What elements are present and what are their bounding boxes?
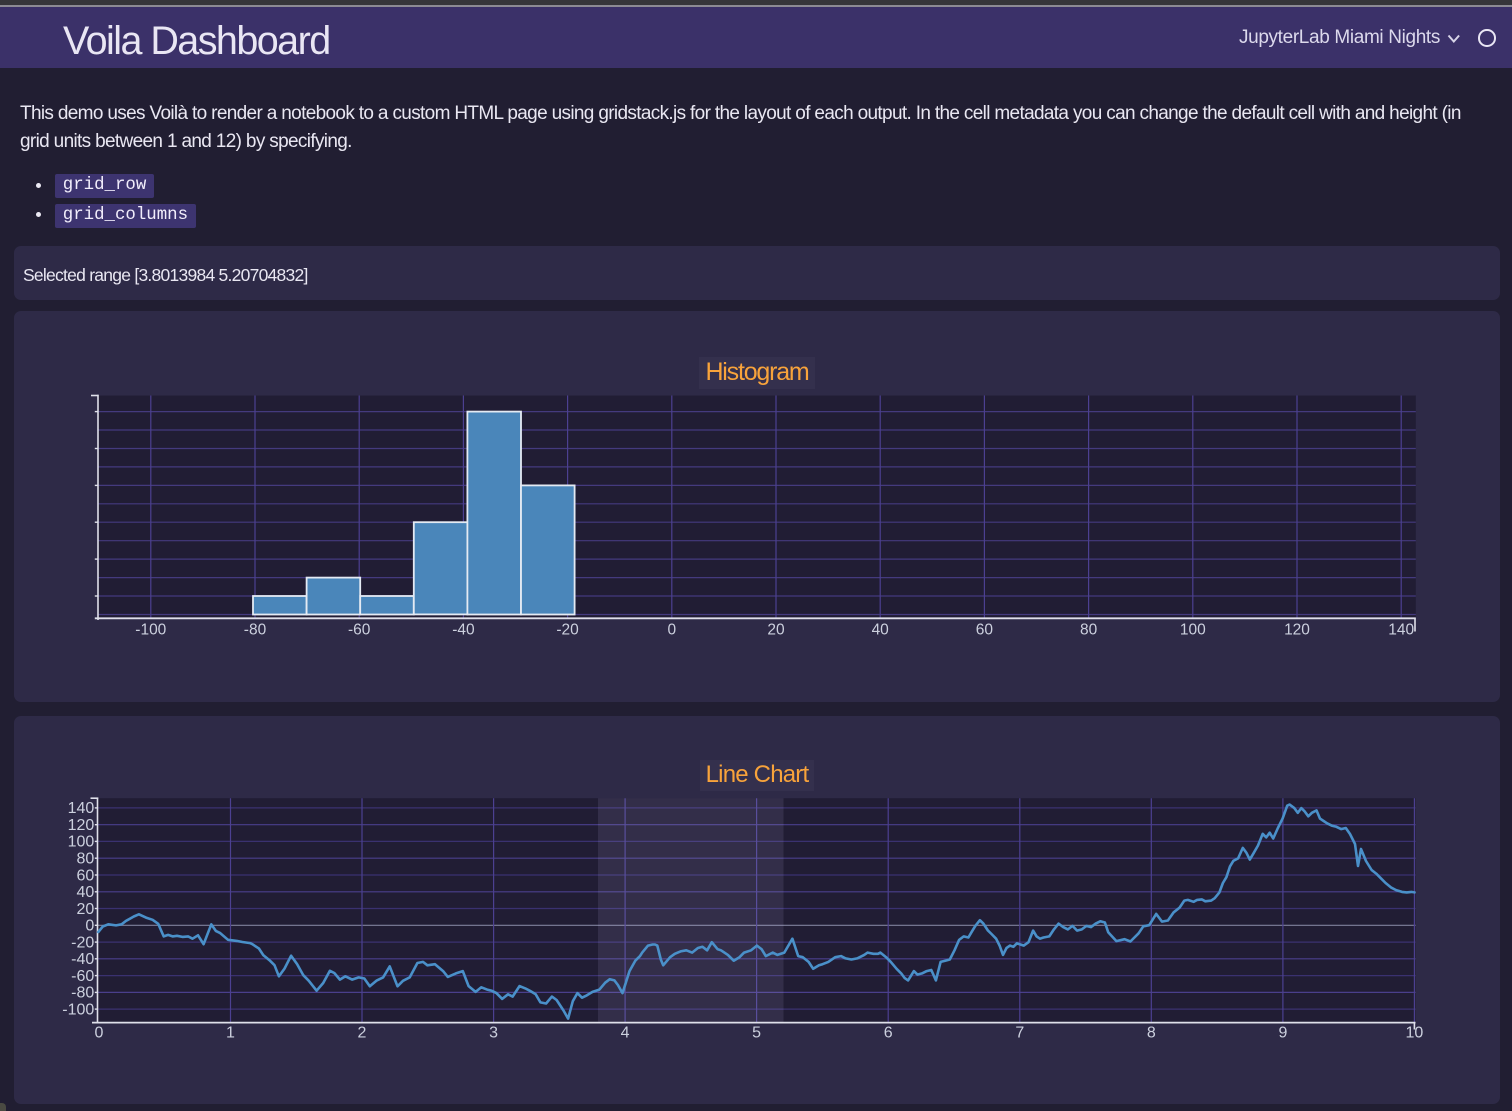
svg-text:140: 140 xyxy=(68,800,95,817)
svg-text:-40: -40 xyxy=(452,621,475,638)
svg-text:80: 80 xyxy=(1080,621,1098,638)
svg-text:-100: -100 xyxy=(62,1001,94,1018)
svg-text:0: 0 xyxy=(667,621,676,638)
svg-text:120: 120 xyxy=(68,817,95,834)
svg-text:40: 40 xyxy=(77,884,95,901)
svg-text:-60: -60 xyxy=(348,621,371,638)
svg-text:6: 6 xyxy=(884,1025,893,1042)
svg-text:0: 0 xyxy=(85,918,94,935)
svg-text:-60: -60 xyxy=(71,968,94,985)
svg-text:10: 10 xyxy=(1406,1025,1424,1042)
svg-text:80: 80 xyxy=(77,851,95,868)
svg-text:60: 60 xyxy=(976,621,994,638)
svg-text:-40: -40 xyxy=(71,951,94,968)
svg-text:-20: -20 xyxy=(71,934,94,951)
svg-text:7: 7 xyxy=(1015,1025,1024,1042)
svg-text:4: 4 xyxy=(621,1025,630,1042)
svg-text:2: 2 xyxy=(358,1025,367,1042)
svg-text:9: 9 xyxy=(1278,1025,1287,1042)
svg-text:-20: -20 xyxy=(556,621,579,638)
svg-text:100: 100 xyxy=(1180,621,1206,638)
svg-text:100: 100 xyxy=(68,834,95,851)
svg-text:-100: -100 xyxy=(135,621,166,638)
svg-text:1: 1 xyxy=(226,1025,235,1042)
svg-text:5: 5 xyxy=(752,1025,761,1042)
svg-text:120: 120 xyxy=(1284,621,1310,638)
svg-text:3: 3 xyxy=(489,1025,498,1042)
svg-text:20: 20 xyxy=(767,621,785,638)
svg-text:60: 60 xyxy=(77,867,95,884)
svg-text:0: 0 xyxy=(94,1025,103,1042)
svg-text:140: 140 xyxy=(1388,621,1414,638)
svg-text:8: 8 xyxy=(1147,1025,1156,1042)
svg-text:-80: -80 xyxy=(71,985,94,1002)
svg-text:-80: -80 xyxy=(244,621,267,638)
svg-text:40: 40 xyxy=(872,621,890,638)
svg-text:20: 20 xyxy=(77,901,95,918)
